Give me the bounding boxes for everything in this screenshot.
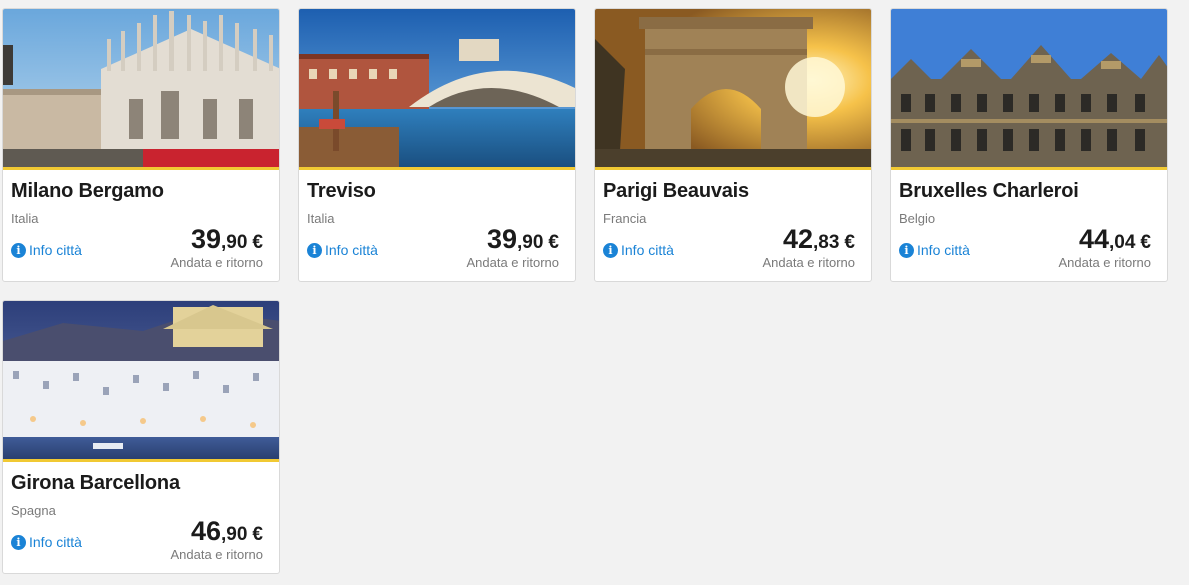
trip-type: Andata e ritorno [170,255,263,270]
paris-arc-de-triomphe-photo [595,9,871,167]
city-name[interactable]: Milano Bergamo [11,180,164,203]
price: 42,83 € [783,224,855,255]
trip-type: Andata e ritorno [466,255,559,270]
price-currency: € [252,232,263,253]
accent-bar [3,167,279,170]
info-citta-label[interactable]: Info città [29,534,82,550]
milan-cathedral-photo [3,9,279,167]
coastal-white-village-photo [3,301,279,459]
destination-card-parigi-beauvais[interactable]: Parigi Beauvais Francia i Info città 42,… [594,8,872,282]
brussels-grand-place-photo [891,9,1167,167]
price-currency: € [844,232,855,253]
country-name: Italia [11,211,39,226]
trip-type: Andata e ritorno [170,547,263,562]
price: 44,04 € [1079,224,1151,255]
info-citta-label[interactable]: Info città [325,242,378,258]
price-decimal: ,83 [813,232,840,253]
price-decimal: ,90 [221,232,248,253]
price-integer: 44 [1078,224,1109,254]
country-name: Francia [603,211,647,226]
info-citta-link[interactable]: i Info città [899,241,970,259]
city-photo[interactable] [3,9,279,167]
price-decimal: ,04 [1109,232,1136,253]
info-citta-link[interactable]: i Info città [11,241,82,259]
country-name: Belgio [899,211,936,226]
price: 39,90 € [487,224,559,255]
info-citta-link[interactable]: i Info città [11,533,82,551]
info-circle-icon: i [11,242,26,258]
destination-card-bruxelles-charleroi[interactable]: Bruxelles Charleroi Belgio i Info città … [890,8,1168,282]
info-circle-icon: i [11,534,26,550]
price-currency: € [548,232,559,253]
destination-card-milano-bergamo[interactable]: Milano Bergamo Italia i Info città 39,90… [2,8,280,282]
destinations-grid: Milano Bergamo Italia i Info città 39,90… [0,0,1189,585]
accent-bar [299,167,575,170]
city-photo[interactable] [299,9,575,167]
accent-bar [891,167,1167,170]
info-circle-icon: i [899,242,914,258]
price-currency: € [1140,232,1151,253]
info-citta-label[interactable]: Info città [29,242,82,258]
price-decimal: ,90 [221,524,248,545]
price-currency: € [252,524,263,545]
info-circle-icon: i [307,242,322,258]
price: 46,90 € [191,516,263,547]
accent-bar [595,167,871,170]
city-photo[interactable] [891,9,1167,167]
destination-card-girona-barcellona[interactable]: Girona Barcellona Spagna i Info città 46… [2,300,280,574]
city-name[interactable]: Parigi Beauvais [603,180,749,203]
info-citta-link[interactable]: i Info città [307,241,378,259]
price-integer: 39 [190,224,221,254]
city-name[interactable]: Girona Barcellona [11,472,180,495]
info-citta-label[interactable]: Info città [917,242,970,258]
info-citta-link[interactable]: i Info città [603,241,674,259]
trip-type: Andata e ritorno [762,255,855,270]
city-name[interactable]: Bruxelles Charleroi [899,180,1079,203]
price-integer: 46 [190,516,221,546]
venice-rialto-bridge-photo [299,9,575,167]
price-decimal: ,90 [517,232,544,253]
city-name[interactable]: Treviso [307,180,376,203]
country-name: Italia [307,211,335,226]
price-integer: 39 [486,224,517,254]
price-integer: 42 [782,224,813,254]
country-name: Spagna [11,503,56,518]
city-photo[interactable] [3,301,279,459]
price: 39,90 € [191,224,263,255]
trip-type: Andata e ritorno [1058,255,1151,270]
destination-card-treviso[interactable]: Treviso Italia i Info città 39,90 € Andat… [298,8,576,282]
accent-bar [3,459,279,462]
city-photo[interactable] [595,9,871,167]
info-circle-icon: i [603,242,618,258]
info-citta-label[interactable]: Info città [621,242,674,258]
